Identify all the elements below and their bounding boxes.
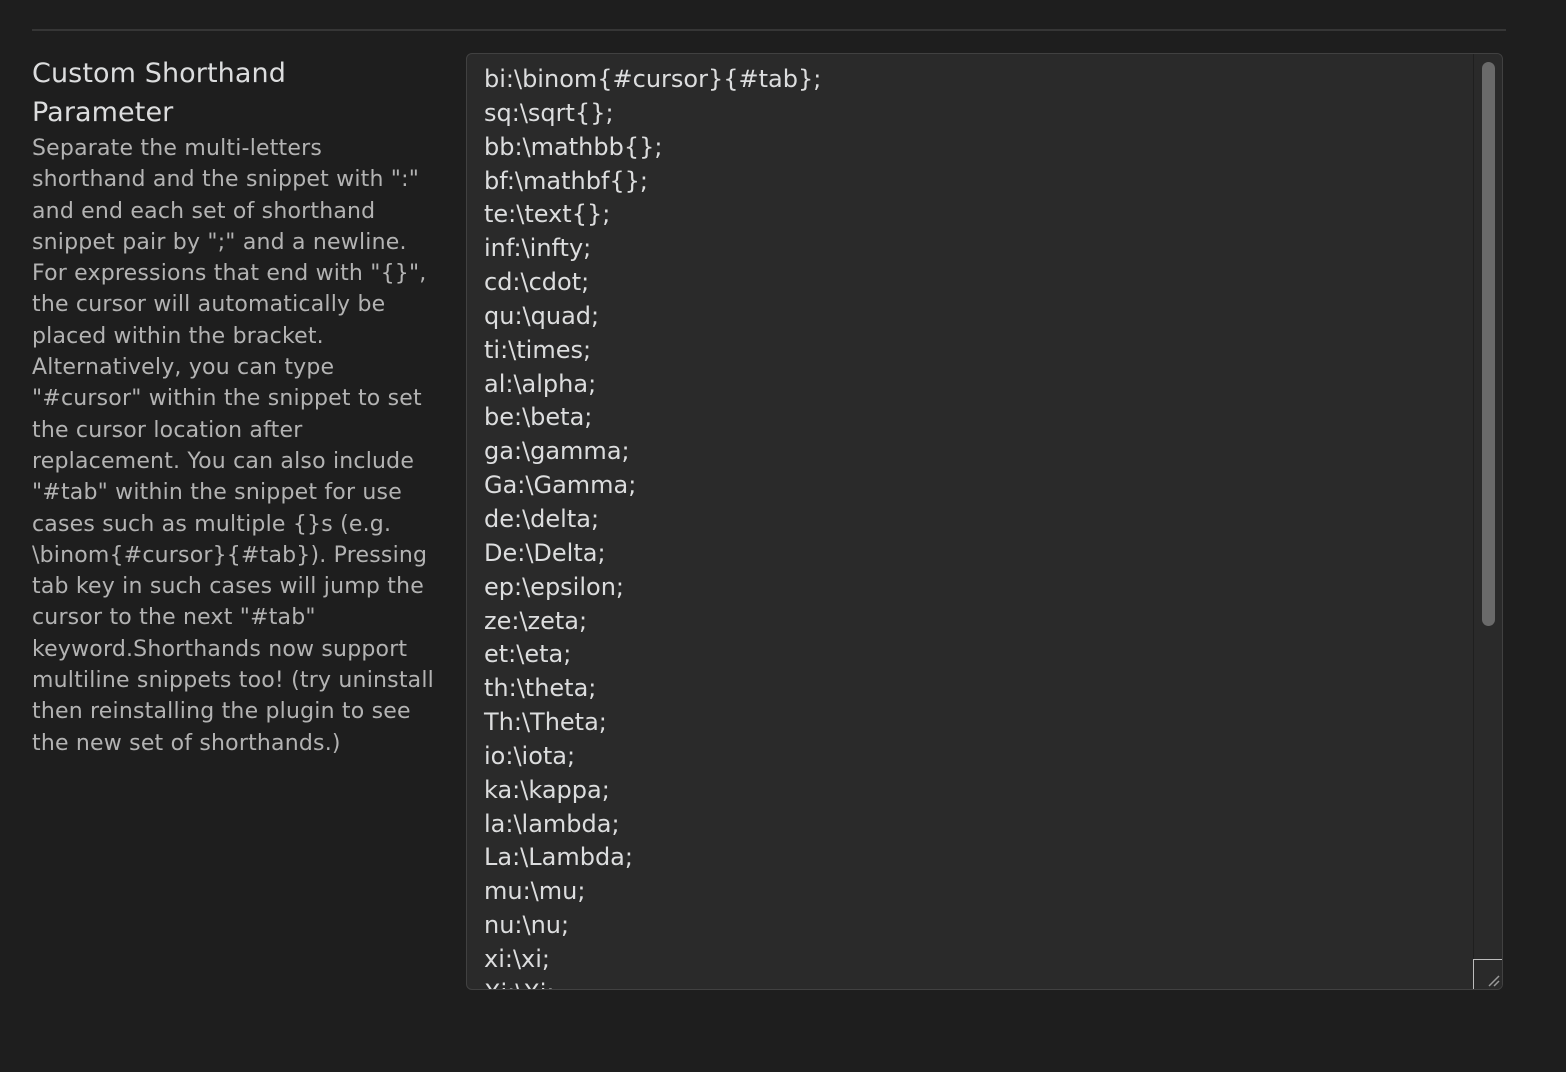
shorthand-textarea-content[interactable]: bi:\binom{#cursor}{#tab}; sq:\sqrt{}; bb… — [484, 63, 1468, 989]
setting-name: Custom Shorthand Parameter — [32, 58, 286, 128]
settings-page: Custom Shorthand Parameter Separate the … — [0, 0, 1566, 1072]
resize-grip-icon[interactable] — [1473, 959, 1502, 989]
previous-setting-text-clipped — [32, 0, 232, 4]
setting-divider — [32, 29, 1506, 31]
shorthand-textarea[interactable]: bi:\binom{#cursor}{#tab}; sq:\sqrt{}; bb… — [466, 53, 1503, 990]
textarea-scrollbar-thumb[interactable] — [1482, 62, 1495, 626]
textarea-scrollbar[interactable] — [1473, 54, 1502, 989]
setting-description: Separate the multi-letters shorthand and… — [32, 136, 434, 756]
setting-info: Custom Shorthand Parameter Separate the … — [32, 54, 434, 759]
